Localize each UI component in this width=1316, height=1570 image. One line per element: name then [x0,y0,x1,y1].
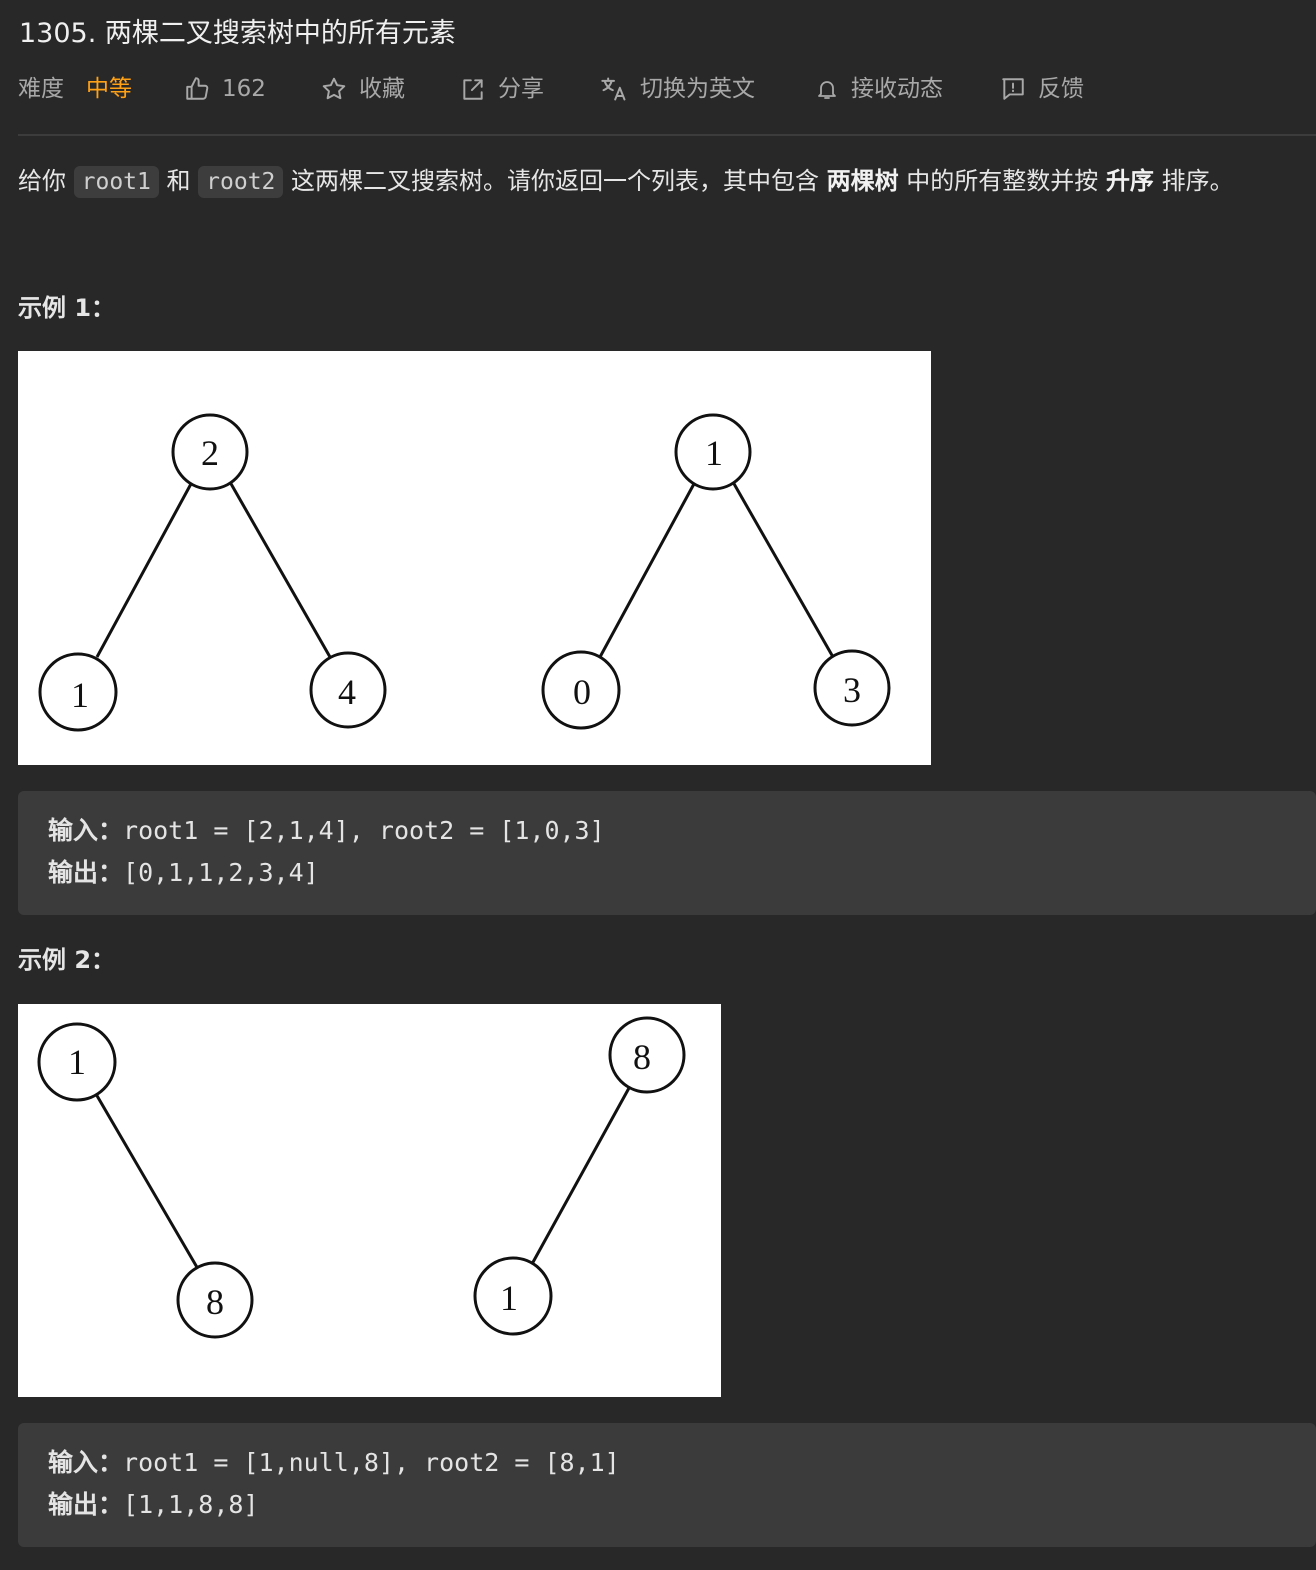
feedback-button[interactable]: 反馈 [1000,70,1084,108]
tree-node-label: 1 [500,1278,518,1318]
tree-node-label: 1 [71,675,89,715]
translate-button[interactable]: 切换为英文 [600,70,755,108]
favorite-label: 收藏 [359,76,405,102]
bold-ascending: 升序 [1105,167,1154,195]
translate-label: 切换为英文 [640,76,755,102]
input-label: 输入： [48,816,124,845]
output-label: 输出： [48,1490,124,1519]
example-1-title: 示例 1： [18,294,116,322]
difficulty: 难度 中等 [18,70,132,108]
tree-node-label: 4 [338,672,356,712]
problem-page: 1305. 两棵二叉搜索树中的所有元素 难度 中等 162 收藏 分享 切换为英… [0,0,1316,1570]
inline-code-root1: root1 [73,166,159,198]
share-label: 分享 [498,76,544,102]
inline-code-root2: root2 [198,166,284,198]
description-text: 这两棵二叉搜索树。请你返回一个列表，其中包含 [283,167,827,195]
tree-node-label: 8 [633,1037,651,1077]
output-value: [1,1,8,8] [123,1490,259,1519]
bell-icon [815,76,839,102]
problem-title: 1305. 两棵二叉搜索树中的所有元素 [19,18,456,49]
thumbs-up-icon [184,76,210,102]
problem-description: 给你 root1 和 root2 这两棵二叉搜索树。请你返回一个列表，其中包含 … [18,160,1234,203]
input-value: root1 = [1,null,8], root2 = [8,1] [123,1448,620,1477]
share-button[interactable]: 分享 [460,70,544,108]
example-1-tree-diagram: 2 1 4 1 0 3 [38,413,891,732]
difficulty-value: 中等 [86,76,132,102]
favorite-button[interactable]: 收藏 [321,70,405,108]
example-1-tree-image: 2 1 4 1 0 3 [18,351,931,765]
tree-node-label: 2 [201,433,219,473]
tree-node-label: 1 [705,433,723,473]
like-count: 162 [222,76,266,102]
feedback-label: 反馈 [1038,76,1084,102]
tree-node-label: 8 [206,1282,224,1322]
difficulty-label: 难度 [18,76,64,102]
description-text: 中的所有整数并按 [898,167,1106,195]
example-1-code-block: 输入：root1 = [2,1,4], root2 = [1,0,3] 输出：[… [18,791,1316,915]
translate-icon [600,75,628,103]
input-value: root1 = [2,1,4], root2 = [1,0,3] [123,816,605,845]
subscribe-label: 接收动态 [851,76,943,102]
share-icon [460,76,486,102]
example-2-tree-image: 1 8 8 1 [18,1004,721,1397]
example-2-code-block: 输入：root1 = [1,null,8], root2 = [8,1] 输出：… [18,1423,1316,1547]
input-label: 输入： [48,1448,124,1477]
example-2-tree-diagram: 1 8 8 1 [37,1016,686,1339]
description-text: 给你 [18,167,74,195]
tree-node-label: 3 [843,670,861,710]
example-2-title: 示例 2： [18,946,116,974]
tree-node-label: 0 [573,672,591,712]
subscribe-button[interactable]: 接收动态 [815,70,943,108]
description-text: 排序。 [1153,167,1234,195]
output-value: [0,1,1,2,3,4] [123,858,319,887]
description-text: 和 [158,167,199,195]
bold-both-trees: 两棵树 [826,167,899,195]
feedback-icon [1000,76,1026,102]
divider [18,134,1316,136]
tree-node-label: 1 [68,1042,86,1082]
like-button[interactable]: 162 [184,70,266,108]
star-icon [321,76,347,102]
output-label: 输出： [48,858,124,887]
